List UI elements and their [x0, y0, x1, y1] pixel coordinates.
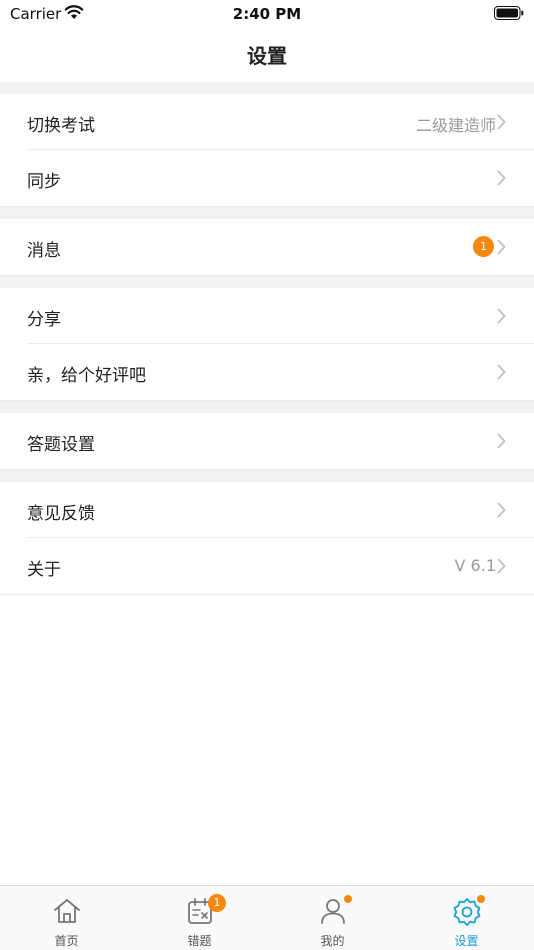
- feedback-label: 意见反馈: [27, 504, 95, 524]
- chevron-right-icon: [497, 502, 506, 518]
- tab-home-label: 首页: [54, 934, 79, 948]
- share-label: 分享: [27, 310, 61, 330]
- messages-unread-badge: 1: [473, 236, 494, 257]
- group-separator: [0, 82, 534, 94]
- chevron-right-icon: [497, 364, 506, 380]
- current-exam-value: 二级建造师: [415, 116, 496, 135]
- tab-mistakes[interactable]: 1 错题: [133, 886, 266, 950]
- tab-mine[interactable]: 我的: [266, 886, 399, 950]
- mine-notification-dot: [344, 895, 352, 903]
- switch-exam-label: 切换考试: [27, 116, 95, 136]
- rate-app-label: 亲，给个好评吧: [27, 366, 146, 386]
- switch-exam-row[interactable]: 切换考试 二级建造师: [0, 94, 534, 150]
- navigation-bar: 设置: [0, 28, 534, 82]
- chevron-right-icon: [497, 170, 506, 186]
- group-separator: [0, 276, 534, 288]
- feedback-row[interactable]: 意见反馈: [0, 482, 534, 538]
- home-icon: [54, 899, 80, 923]
- chevron-right-icon: [497, 558, 506, 574]
- app-version-value: V 6.1: [454, 556, 496, 575]
- tab-bar: 首页 1 错题 我的 设置: [0, 885, 534, 950]
- rate-app-row[interactable]: 亲，给个好评吧: [0, 344, 534, 400]
- answer-settings-label: 答题设置: [27, 435, 95, 455]
- tab-mistakes-label: 错题: [187, 934, 212, 948]
- status-bar: Carrier 2:40 PM: [0, 0, 534, 28]
- answer-settings-row[interactable]: 答题设置: [0, 413, 534, 469]
- group-separator: [0, 401, 534, 413]
- page-title: 设置: [247, 44, 287, 68]
- group-separator: [0, 207, 534, 219]
- about-row[interactable]: 关于 V 6.1: [0, 538, 534, 594]
- tab-home[interactable]: 首页: [0, 886, 133, 950]
- messages-row[interactable]: 消息 1: [0, 219, 534, 275]
- tab-mine-label: 我的: [320, 934, 345, 948]
- settings-notification-dot: [477, 895, 485, 903]
- chevron-right-icon: [497, 433, 506, 449]
- group-separator: [0, 470, 534, 482]
- chevron-right-icon: [497, 308, 506, 324]
- share-row[interactable]: 分享: [0, 288, 534, 344]
- sync-label: 同步: [27, 172, 61, 192]
- battery-icon: [494, 6, 524, 20]
- chevron-right-icon: [497, 114, 506, 130]
- tab-settings[interactable]: 设置: [400, 886, 533, 950]
- clock: 2:40 PM: [232, 5, 302, 23]
- settings-list: 切换考试 二级建造师 同步 消息 1 分享 亲，给个好评吧 答题设置 意见反馈: [0, 82, 534, 595]
- mistakes-badge: 1: [208, 894, 226, 912]
- row-divider: [0, 594, 534, 595]
- sync-row[interactable]: 同步: [0, 150, 534, 206]
- messages-label: 消息: [27, 241, 61, 261]
- about-label: 关于: [27, 560, 61, 580]
- tab-settings-label: 设置: [454, 934, 479, 948]
- chevron-right-icon: [497, 239, 506, 255]
